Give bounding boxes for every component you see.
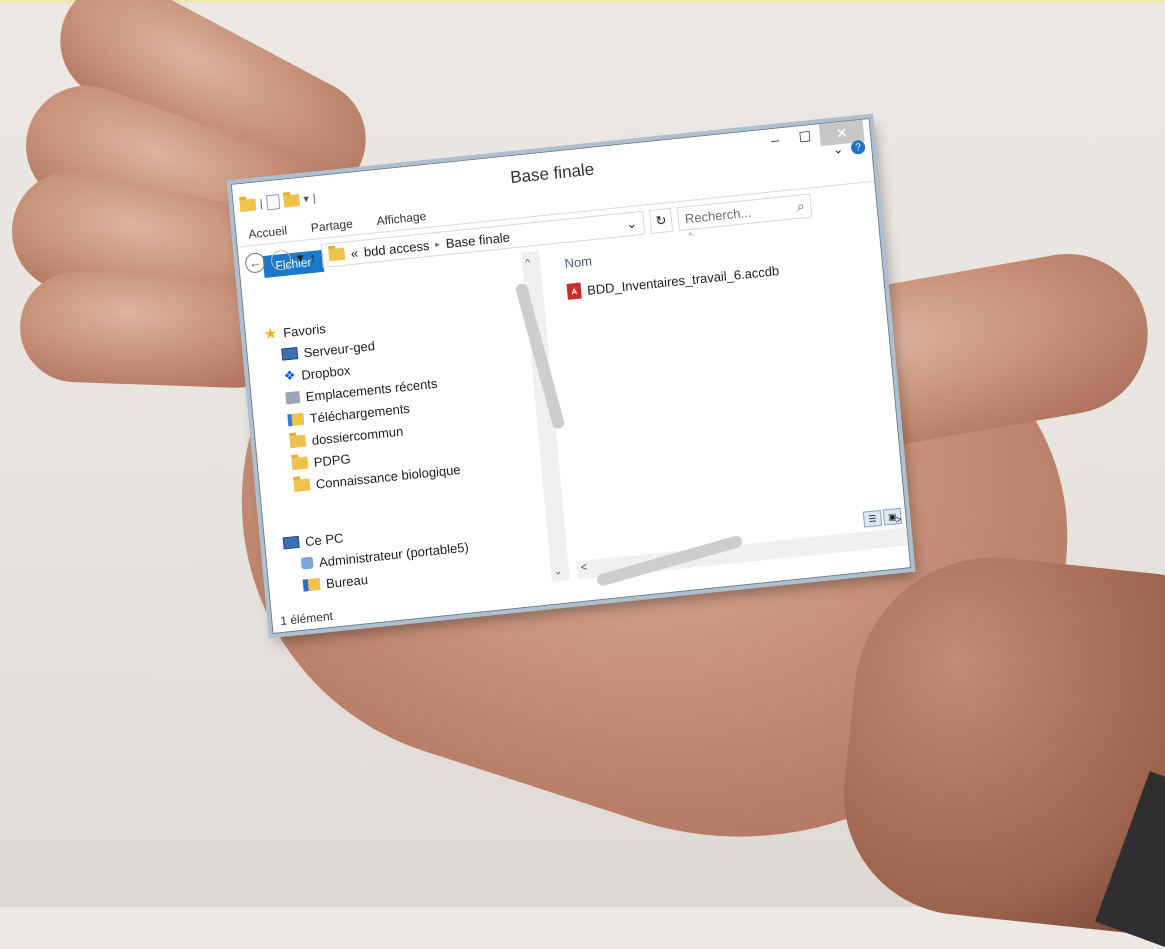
- breadcrumb-separator-icon[interactable]: ▸: [435, 238, 441, 249]
- help-icon[interactable]: ?: [850, 139, 866, 155]
- sort-arrow-icon: ^: [688, 230, 694, 242]
- forward-button[interactable]: →: [270, 249, 292, 272]
- scroll-right-icon[interactable]: >: [895, 514, 903, 527]
- up-button[interactable]: ↑: [309, 249, 317, 265]
- recent-places-icon: [285, 391, 301, 405]
- column-header-nom[interactable]: Nom: [564, 253, 593, 271]
- explorer-window: | ▾ | Base finale – ☐ ✕ Fichier Accueil …: [230, 117, 912, 635]
- back-button[interactable]: ←: [244, 251, 267, 274]
- scroll-up-icon[interactable]: ^: [525, 258, 531, 269]
- folder-icon: [289, 434, 307, 449]
- search-placeholder: Recherch...: [684, 204, 752, 226]
- recent-locations-icon[interactable]: ▾: [296, 250, 304, 267]
- address-dropdown-icon[interactable]: ⌄: [626, 215, 638, 232]
- folder-icon: [293, 478, 311, 493]
- dropbox-icon: ❖: [283, 367, 297, 384]
- network-pc-icon: [281, 346, 299, 361]
- file-item[interactable]: A BDD_Inventaires_travail_6.accdb: [566, 262, 780, 300]
- minimize-button[interactable]: –: [759, 127, 791, 152]
- refresh-button[interactable]: ↻: [649, 207, 674, 235]
- desktop-folder-icon: [302, 577, 321, 592]
- address-overflow[interactable]: «: [350, 245, 359, 261]
- breadcrumb-base-finale[interactable]: Base finale: [445, 229, 510, 251]
- access-db-icon: A: [566, 282, 582, 300]
- explorer-body: ★ Favoris Serveur-ged ❖ Dropbox Emplacem…: [241, 216, 909, 611]
- folder-icon: [291, 456, 309, 471]
- maximize-button[interactable]: ☐: [789, 124, 821, 149]
- scroll-left-icon[interactable]: <: [580, 561, 588, 574]
- star-icon: ★: [263, 325, 279, 344]
- navigation-pane: ★ Favoris Serveur-ged ❖ Dropbox Emplacem…: [241, 250, 570, 611]
- file-name: BDD_Inventaires_travail_6.accdb: [586, 262, 780, 298]
- search-icon[interactable]: ⌕: [796, 198, 805, 215]
- details-view-icon[interactable]: ☰: [862, 509, 883, 528]
- breadcrumb-bdd-access[interactable]: bdd access: [363, 237, 430, 259]
- user-folder-icon: [300, 556, 314, 570]
- expand-ribbon-icon[interactable]: ⌄: [833, 142, 844, 157]
- computer-icon: [282, 535, 300, 550]
- item-count: 1 élément: [279, 608, 334, 629]
- scroll-down-icon[interactable]: ⌄: [554, 566, 563, 578]
- folder-icon: [328, 247, 346, 262]
- downloads-folder-icon: [287, 412, 305, 427]
- file-list: ^ Nom A BDD_Inventaires_travail_6.accdb …: [539, 216, 909, 588]
